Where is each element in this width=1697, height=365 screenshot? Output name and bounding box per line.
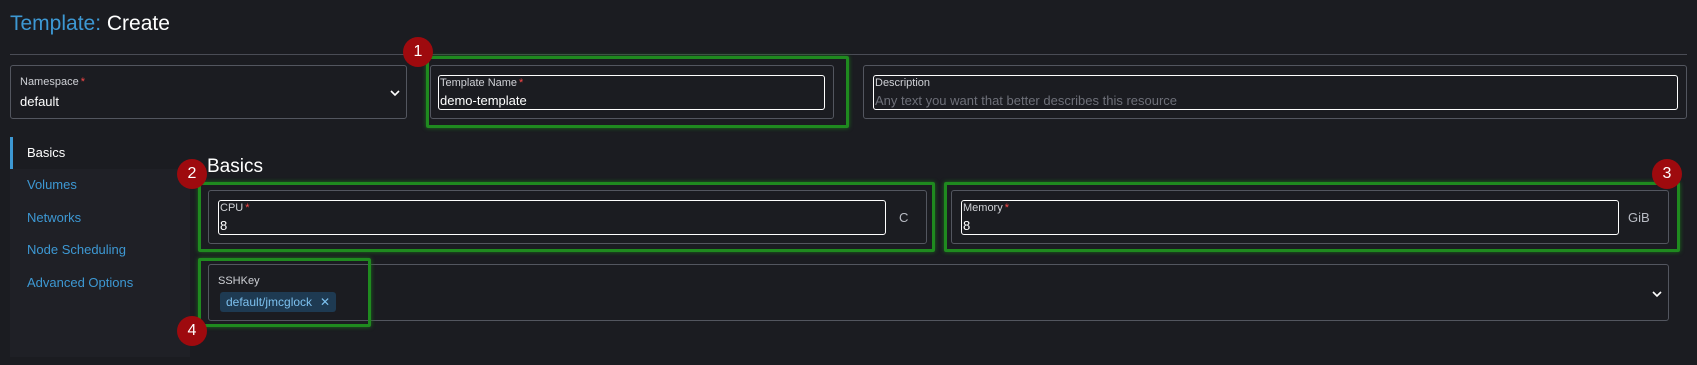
- required-mark: *: [80, 76, 85, 88]
- sidebar-nav: Basics Volumes Networks Node Scheduling …: [10, 137, 190, 357]
- callout-badge-4: 4: [177, 316, 207, 346]
- sidebar-item-node-scheduling[interactable]: Node Scheduling: [10, 234, 190, 266]
- description-field: Description Any text you want that bette…: [863, 65, 1687, 119]
- namespace-label-text: Namespace: [20, 76, 79, 88]
- sidebar-item-networks[interactable]: Networks: [10, 202, 190, 234]
- page-title-resource: Template:: [10, 12, 102, 35]
- header-divider: [10, 54, 1687, 55]
- callout-badge-1: 1: [403, 37, 433, 67]
- sidebar-item-basics[interactable]: Basics: [10, 137, 190, 169]
- highlight-box-2: [198, 182, 935, 252]
- highlight-box-4: [198, 258, 371, 327]
- page-title-action: Create: [106, 12, 170, 35]
- sidebar-item-advanced-options[interactable]: Advanced Options: [10, 267, 190, 299]
- sidebar-item-volumes[interactable]: Volumes: [10, 169, 190, 201]
- description-input[interactable]: Description Any text you want that bette…: [873, 75, 1678, 110]
- highlight-box-1: [426, 56, 849, 128]
- section-heading-basics: Basics: [207, 156, 263, 177]
- callout-badge-2: 2: [177, 159, 207, 189]
- callout-badge-3: 3: [1652, 159, 1682, 189]
- namespace-value: default: [20, 94, 60, 109]
- description-placeholder: Any text you want that better describes …: [875, 93, 1178, 108]
- page-title: Template: Create: [10, 10, 170, 38]
- highlight-box-3: [944, 182, 1680, 252]
- namespace-select[interactable]: Namespace * default: [10, 65, 407, 119]
- description-label: Description: [875, 77, 931, 89]
- sshkey-select[interactable]: SSHKey default/jmcglock ✕: [208, 264, 1669, 321]
- chevron-down-icon[interactable]: [1652, 285, 1662, 301]
- chevron-down-icon[interactable]: [390, 84, 400, 100]
- namespace-label: Namespace *: [20, 76, 85, 88]
